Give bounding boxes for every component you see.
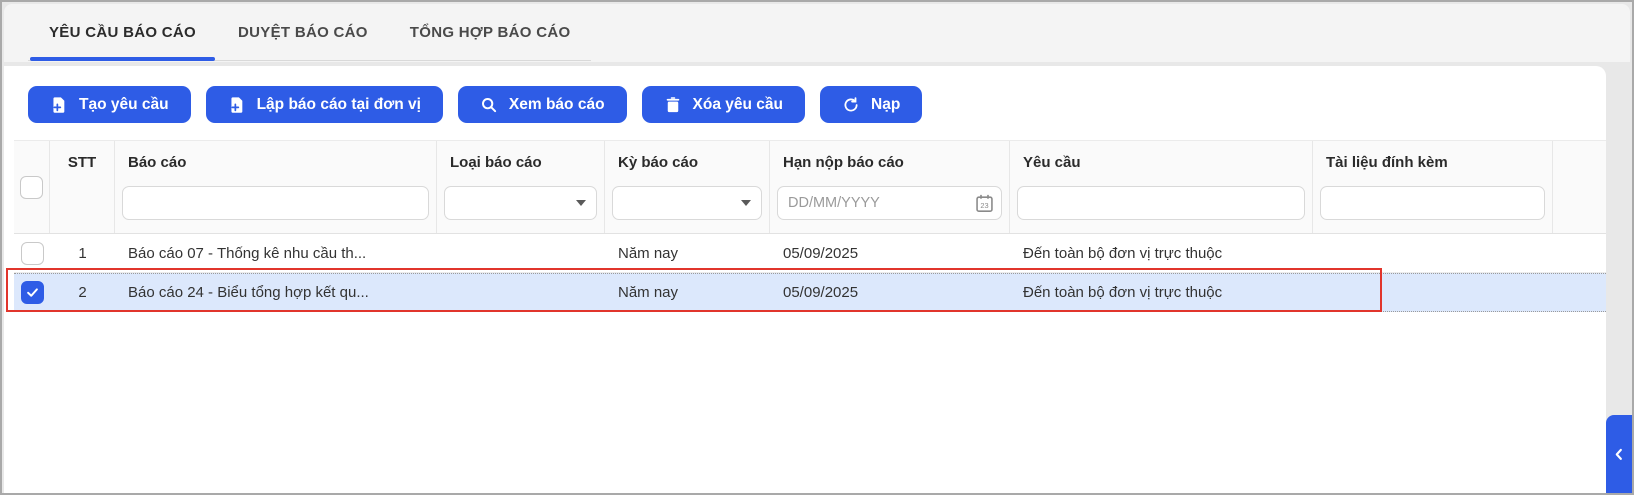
view-report-button[interactable]: Xem báo cáo bbox=[458, 86, 627, 123]
select-all-checkbox[interactable] bbox=[20, 176, 43, 199]
content-panel: Tạo yêu cầu Lập báo cáo tại đơn vị Xem b… bbox=[4, 66, 1606, 493]
cell-period: Năm nay bbox=[605, 284, 770, 301]
report-period-select[interactable] bbox=[612, 186, 762, 220]
tab-yeu-cau-bao-cao[interactable]: YÊU CẦU BÁO CÁO bbox=[28, 4, 217, 60]
button-label: Lập báo cáo tại đơn vị bbox=[257, 96, 421, 114]
collapse-panel-button[interactable] bbox=[1606, 415, 1632, 493]
cell-request: Đến toàn bộ đơn vị trực thuộc bbox=[1010, 245, 1313, 262]
column-header-han-nop: Hạn nộp báo cáo bbox=[770, 141, 1010, 183]
column-header-tai-lieu: Tài liệu đính kèm bbox=[1313, 141, 1553, 183]
search-icon bbox=[480, 96, 498, 114]
table-header: STT Báo cáo Loại báo cáo Kỳ báo cáo Hạn … bbox=[14, 140, 1606, 234]
tabs-group: YÊU CẦU BÁO CÁO DUYỆT BÁO CÁO TỔNG HỢP B… bbox=[28, 4, 591, 61]
row-checkbox[interactable] bbox=[21, 242, 44, 265]
column-header-yeu-cau: Yêu cầu bbox=[1010, 141, 1313, 183]
cell-deadline: 05/09/2025 bbox=[770, 245, 1010, 262]
cell-stt: 2 bbox=[50, 284, 115, 301]
button-label: Tạo yêu cầu bbox=[79, 96, 169, 114]
cell-stt: 1 bbox=[50, 245, 115, 262]
column-header-stt: STT bbox=[50, 141, 115, 183]
filter-cell-ky-bao-cao bbox=[605, 183, 770, 233]
report-type-select[interactable] bbox=[444, 186, 597, 220]
cell-period: Năm nay bbox=[605, 245, 770, 262]
cell-request: Đến toàn bộ đơn vị trực thuộc bbox=[1010, 284, 1313, 301]
cell-report: Báo cáo 24 - Biểu tổng hợp kết qu... bbox=[115, 284, 437, 301]
report-filter-input[interactable] bbox=[122, 186, 429, 220]
deadline-date-input[interactable] bbox=[777, 186, 1002, 220]
tab-bar: YÊU CẦU BÁO CÁO DUYỆT BÁO CÁO TỔNG HỢP B… bbox=[4, 4, 1630, 62]
select-all-cell bbox=[14, 141, 50, 233]
filter-cell-han-nop: 23 bbox=[770, 183, 1010, 233]
report-table: STT Báo cáo Loại báo cáo Kỳ báo cáo Hạn … bbox=[14, 140, 1606, 312]
report-type-select-value[interactable] bbox=[444, 186, 597, 220]
create-report-at-unit-button[interactable]: Lập báo cáo tại đơn vị bbox=[206, 86, 443, 123]
cell-deadline: 05/09/2025 bbox=[770, 284, 1010, 301]
column-header-loai-bao-cao: Loại báo cáo bbox=[437, 141, 605, 183]
button-label: Nạp bbox=[871, 96, 900, 114]
column-header-spacer bbox=[1553, 141, 1606, 183]
app-window: YÊU CẦU BÁO CÁO DUYỆT BÁO CÁO TỔNG HỢP B… bbox=[0, 0, 1634, 495]
tab-tong-hop-bao-cao[interactable]: TỔNG HỢP BÁO CÁO bbox=[389, 4, 592, 60]
table-row[interactable]: 1 Báo cáo 07 - Thống kê nhu cầu th... Nă… bbox=[14, 234, 1606, 273]
toolbar: Tạo yêu cầu Lập báo cáo tại đơn vị Xem b… bbox=[4, 66, 1606, 140]
delete-request-button[interactable]: Xóa yêu cầu bbox=[642, 86, 805, 123]
tab-label: DUYỆT BÁO CÁO bbox=[238, 24, 368, 41]
svg-text:23: 23 bbox=[980, 201, 988, 210]
cell-report: Báo cáo 07 - Thống kê nhu cầu th... bbox=[115, 245, 437, 262]
check-icon bbox=[25, 285, 40, 300]
refresh-icon bbox=[842, 96, 860, 114]
filter-cell-yeu-cau bbox=[1010, 183, 1313, 233]
filter-cell-spacer bbox=[1553, 183, 1606, 233]
calendar-icon[interactable]: 23 bbox=[974, 193, 995, 214]
button-label: Xóa yêu cầu bbox=[693, 96, 783, 114]
filter-cell-loai-bao-cao bbox=[437, 183, 605, 233]
trash-icon bbox=[664, 96, 682, 114]
report-period-select-value[interactable] bbox=[612, 186, 762, 220]
filter-cell-tai-lieu bbox=[1313, 183, 1553, 233]
request-filter-input[interactable] bbox=[1017, 186, 1305, 220]
column-header-bao-cao: Báo cáo bbox=[115, 141, 437, 183]
file-plus-icon bbox=[50, 96, 68, 114]
create-request-button[interactable]: Tạo yêu cầu bbox=[28, 86, 191, 123]
chevron-left-icon bbox=[1610, 445, 1628, 463]
row-select-cell bbox=[14, 242, 50, 265]
column-header-ky-bao-cao: Kỳ báo cáo bbox=[605, 141, 770, 183]
table-row-selected[interactable]: 2 Báo cáo 24 - Biểu tổng hợp kết qu... N… bbox=[14, 273, 1606, 312]
reload-button[interactable]: Nạp bbox=[820, 86, 922, 123]
deadline-date-picker: 23 bbox=[777, 186, 1002, 220]
filter-cell-bao-cao bbox=[115, 183, 437, 233]
row-select-cell bbox=[14, 281, 50, 304]
button-label: Xem báo cáo bbox=[509, 96, 605, 114]
row-checkbox-checked[interactable] bbox=[21, 281, 44, 304]
tab-duyet-bao-cao[interactable]: DUYỆT BÁO CÁO bbox=[217, 4, 389, 60]
attachment-filter-input[interactable] bbox=[1320, 186, 1545, 220]
tab-label: YÊU CẦU BÁO CÁO bbox=[49, 24, 196, 41]
filter-cell-stt bbox=[50, 183, 115, 233]
file-plus-icon bbox=[228, 96, 246, 114]
tab-label: TỔNG HỢP BÁO CÁO bbox=[410, 24, 571, 41]
